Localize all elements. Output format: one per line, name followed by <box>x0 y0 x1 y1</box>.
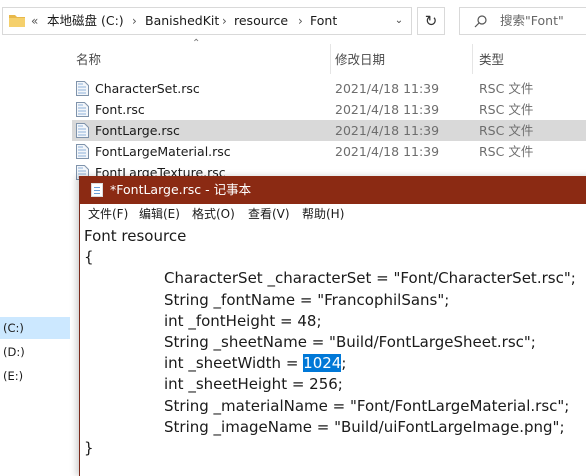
column-divider[interactable] <box>472 44 473 74</box>
file-date: 2021/4/18 11:39 <box>335 81 440 96</box>
column-header-name[interactable]: 名称 <box>76 48 101 74</box>
line-text: String _fontName = "FrancophilSans"; <box>164 290 450 309</box>
nav-drive-d[interactable]: (D:) <box>0 341 70 363</box>
breadcrumb-font[interactable]: Font <box>310 8 337 34</box>
address-bar[interactable]: « 本地磁盘 (C:) › BanishedKit › resource › F… <box>2 7 412 35</box>
breadcrumb-separator-icon[interactable]: › <box>132 8 137 34</box>
refresh-icon: ↻ <box>424 12 438 30</box>
breadcrumb-separator-icon[interactable]: › <box>298 8 303 34</box>
file-icon <box>76 144 89 159</box>
line-text: } <box>84 439 94 458</box>
text-line: int _sheetWidth = 1024; <box>84 353 576 374</box>
sort-ascending-icon: ⌃ <box>192 38 201 49</box>
notepad-title: *FontLarge.rsc - 记事本 <box>110 182 252 197</box>
line-text: Font resource <box>84 227 187 245</box>
text-line: int _sheetHeight = 256; <box>84 374 576 395</box>
file-row[interactable]: FontLarge.rsc 2021/4/18 11:39 RSC 文件 <box>72 120 586 141</box>
file-type: RSC 文件 <box>479 102 534 117</box>
selected-text[interactable]: 1024 <box>303 354 342 373</box>
line-text: ; <box>341 354 347 373</box>
file-date: 2021/4/18 11:39 <box>335 102 440 117</box>
file-date: 2021/4/18 11:39 <box>335 144 440 159</box>
menu-file[interactable]: 文件(F) <box>88 204 128 225</box>
search-placeholder: 搜索"Font" <box>500 13 564 28</box>
file-date: 2021/4/18 11:39 <box>335 123 440 138</box>
file-type: RSC 文件 <box>479 81 534 96</box>
line-text: String _materialName = "Font/FontLargeMa… <box>164 396 570 415</box>
line-text: String _sheetName = "Build/FontLargeShee… <box>164 333 536 352</box>
file-name: FontLargeMaterial.rsc <box>95 144 231 159</box>
breadcrumb-banishedkit[interactable]: BanishedKit <box>145 8 219 34</box>
column-divider[interactable] <box>330 44 331 74</box>
file-name: CharacterSet.rsc <box>95 81 200 96</box>
text-line: Font resource <box>84 226 576 247</box>
explorer-address-row: « 本地磁盘 (C:) › BanishedKit › resource › F… <box>0 0 586 44</box>
file-icon <box>76 123 89 138</box>
file-type: RSC 文件 <box>479 123 534 138</box>
text-line: String _sheetName = "Build/FontLargeShee… <box>84 332 576 353</box>
line-text: CharacterSet _characterSet = "Font/Chara… <box>164 269 576 288</box>
line-text: int _sheetWidth = <box>164 354 304 373</box>
file-name: FontLarge.rsc <box>95 123 180 138</box>
file-row[interactable]: Font.rsc 2021/4/18 11:39 RSC 文件 <box>72 99 586 120</box>
notepad-menubar: 文件(F) 编辑(E) 格式(O) 查看(V) 帮助(H) <box>80 204 586 225</box>
column-header-date[interactable]: 修改日期 <box>335 48 385 74</box>
nav-drive-e[interactable]: (E:) <box>0 365 70 387</box>
notepad-titlebar[interactable]: *FontLarge.rsc - 记事本 <box>80 176 586 204</box>
column-header-type[interactable]: 类型 <box>479 48 504 74</box>
file-icon <box>76 102 89 117</box>
folder-icon <box>9 15 25 27</box>
line-text: int _sheetHeight = 256; <box>164 375 343 394</box>
file-icon <box>76 81 89 96</box>
nav-drive-c[interactable]: (C:) <box>0 317 70 339</box>
line-text: String _imageName = "Build/uiFontLargeIm… <box>164 417 565 436</box>
breadcrumb-resource[interactable]: resource <box>234 8 288 34</box>
file-row[interactable]: CharacterSet.rsc 2021/4/18 11:39 RSC 文件 <box>72 78 586 99</box>
line-text: { <box>84 248 94 267</box>
file-row[interactable]: FontLargeMaterial.rsc 2021/4/18 11:39 RSC … <box>72 141 586 162</box>
menu-view[interactable]: 查看(V) <box>248 204 290 225</box>
text-line: String _materialName = "Font/FontLargeMa… <box>84 396 576 417</box>
address-dropdown-icon[interactable]: ⌄ <box>387 8 411 34</box>
file-name: Font.rsc <box>95 102 145 117</box>
notepad-text-area[interactable]: Font resource { CharacterSet _characterSet… <box>84 226 576 459</box>
breadcrumb-separator-icon[interactable]: › <box>222 8 227 34</box>
notepad-window[interactable]: *FontLarge.rsc - 记事本 文件(F) 编辑(E) 格式(O) 查… <box>79 176 586 476</box>
file-type: RSC 文件 <box>479 144 534 159</box>
text-line: } <box>84 438 576 459</box>
refresh-button[interactable]: ↻ <box>417 7 445 35</box>
notepad-icon <box>91 183 103 197</box>
text-line: String _fontName = "FrancophilSans"; <box>84 290 576 311</box>
menu-edit[interactable]: 编辑(E) <box>139 204 180 225</box>
line-text: int _fontHeight = 48; <box>164 311 322 330</box>
menu-format[interactable]: 格式(O) <box>192 204 235 225</box>
search-icon <box>474 15 487 28</box>
text-line: String _imageName = "Build/uiFontLargeIm… <box>84 417 576 438</box>
text-line: int _fontHeight = 48; <box>84 311 576 332</box>
breadcrumb-drive[interactable]: 本地磁盘 (C:) <box>47 8 124 34</box>
address-overflow-icon[interactable]: « <box>31 8 38 34</box>
search-input[interactable]: 搜索"Font" <box>459 7 586 35</box>
text-line: { <box>84 247 576 268</box>
text-line: CharacterSet _characterSet = "Font/Chara… <box>84 268 576 289</box>
menu-help[interactable]: 帮助(H) <box>302 204 344 225</box>
